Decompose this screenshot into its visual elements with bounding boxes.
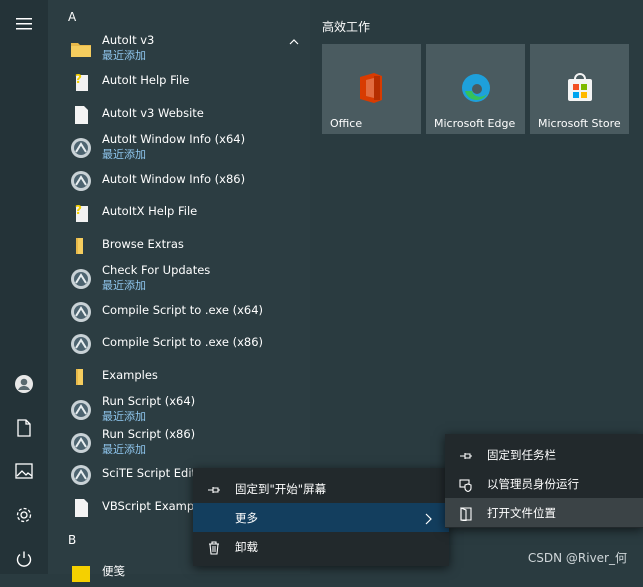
store-icon — [564, 71, 596, 105]
tile-label: Office — [330, 117, 363, 130]
app-name: Check For Updates — [102, 263, 211, 277]
user-icon[interactable] — [8, 368, 40, 400]
collapse-chevron-up-icon[interactable] — [288, 33, 300, 45]
shield-icon — [459, 477, 473, 493]
menu-item-label: 打开文件位置 — [487, 506, 556, 520]
app-run-script-x64[interactable]: Run Script (x64) 最近添加 — [68, 394, 308, 424]
recently-added-label: 最近添加 — [102, 49, 146, 62]
app-autoit-v3-website[interactable]: AutoIt v3 Website — [68, 99, 308, 129]
tile-office[interactable]: Office — [322, 44, 421, 134]
autoit-icon — [70, 432, 92, 454]
chevron-right-icon — [421, 511, 435, 525]
recently-added-label: 最近添加 — [102, 443, 146, 456]
menu-item-label: 卸载 — [235, 540, 258, 554]
autoit-icon — [70, 137, 92, 159]
svg-text:?: ? — [75, 72, 82, 86]
tile-label: Microsoft Edge — [434, 117, 516, 130]
app-compile-script-x64[interactable]: Compile Script to .exe (x64) — [68, 296, 308, 326]
app-check-for-updates[interactable]: Check For Updates 最近添加 — [68, 263, 308, 293]
autoit-icon — [70, 333, 92, 355]
tile-label: Microsoft Store — [538, 117, 621, 130]
recently-added-label: 最近添加 — [102, 410, 146, 423]
app-name: Run Script (x64) — [102, 394, 196, 408]
pin-icon — [459, 448, 473, 462]
app-name: Compile Script to .exe (x86) — [102, 335, 264, 349]
folder-icon — [70, 38, 92, 60]
app-name: AutoIt v3 — [102, 33, 155, 47]
app-compile-script-x86[interactable]: Compile Script to .exe (x86) — [68, 328, 308, 358]
app-name: SciTE Script Edit — [102, 466, 197, 480]
menu-item-label: 更多 — [235, 511, 258, 525]
more-submenu: 固定到任务栏 以管理员身份运行 打开文件位置 — [445, 434, 643, 528]
app-run-script-x86[interactable]: Run Script (x86) 最近添加 — [68, 427, 308, 457]
menu-item-uninstall[interactable]: 卸载 — [193, 532, 449, 561]
menu-item-label: 固定到任务栏 — [487, 448, 556, 462]
menu-item-run-as-admin[interactable]: 以管理员身份运行 — [445, 469, 643, 498]
app-autoit-window-info-x64[interactable]: AutoIt Window Info (x64) 最近添加 — [68, 132, 308, 162]
menu-item-label: 以管理员身份运行 — [487, 477, 579, 491]
app-autoit-help-file[interactable]: ? AutoIt Help File — [68, 66, 308, 96]
document-icon[interactable] — [8, 412, 40, 444]
pictures-icon[interactable] — [8, 455, 40, 487]
app-name: 便笺 — [102, 564, 125, 578]
app-name: Examples — [102, 368, 158, 382]
context-menu: 固定到"开始"屏幕 更多 卸载 — [193, 468, 449, 566]
autoit-icon — [70, 399, 92, 421]
app-browse-extras[interactable]: Browse Extras — [68, 230, 308, 260]
menu-item-label: 固定到"开始"屏幕 — [235, 482, 327, 496]
folder-icon — [70, 366, 92, 388]
app-name: AutoIt v3 Website — [102, 106, 204, 120]
tile-group-title[interactable]: 高效工作 — [322, 18, 370, 35]
app-examples[interactable]: Examples — [68, 361, 308, 391]
folder-icon — [70, 235, 92, 257]
tile-microsoft-edge[interactable]: Microsoft Edge — [426, 44, 525, 134]
help-file-icon: ? — [70, 202, 92, 224]
autoit-icon — [70, 268, 92, 290]
power-icon[interactable] — [8, 543, 40, 575]
open-folder-icon — [459, 506, 473, 522]
app-name: AutoIt Window Info (x86) — [102, 172, 246, 186]
help-file-icon: ? — [70, 71, 92, 93]
menu-item-more[interactable]: 更多 — [193, 503, 449, 532]
app-name: Compile Script to .exe (x64) — [102, 303, 264, 317]
document-icon — [70, 497, 92, 519]
menu-item-pin-to-taskbar[interactable]: 固定到任务栏 — [445, 440, 643, 469]
edge-icon — [460, 71, 492, 105]
autoit-icon — [70, 301, 92, 323]
menu-item-pin-to-start[interactable]: 固定到"开始"屏幕 — [193, 474, 449, 503]
watermark: CSDN @River_何 — [527, 551, 627, 565]
app-autoitx-help-file[interactable]: ? AutoItX Help File — [68, 197, 308, 227]
sticky-notes-icon — [70, 561, 92, 583]
document-icon — [70, 104, 92, 126]
app-name: AutoIt Help File — [102, 73, 190, 87]
app-name: AutoIt Window Info (x64) — [102, 132, 246, 146]
settings-gear-icon[interactable] — [8, 499, 40, 531]
app-name: Browse Extras — [102, 237, 184, 251]
svg-text:?: ? — [75, 203, 82, 217]
app-name: VBScript Examp — [102, 499, 195, 513]
trash-icon — [207, 540, 221, 555]
app-autoit-window-info-x86[interactable]: AutoIt Window Info (x86) — [68, 165, 308, 195]
office-icon — [356, 71, 388, 105]
section-letter-a[interactable]: A — [68, 10, 76, 24]
hamburger-menu-icon[interactable] — [8, 8, 40, 40]
start-rail — [0, 0, 48, 574]
pin-icon — [207, 482, 221, 496]
app-name: Run Script (x86) — [102, 427, 196, 441]
app-autoit-v3-folder[interactable]: AutoIt v3 最近添加 — [68, 33, 308, 63]
tile-microsoft-store[interactable]: Microsoft Store — [530, 44, 629, 134]
section-letter-b[interactable]: B — [68, 533, 76, 547]
autoit-icon — [70, 170, 92, 192]
recently-added-label: 最近添加 — [102, 279, 146, 292]
app-name: AutoItX Help File — [102, 204, 198, 218]
recently-added-label: 最近添加 — [102, 148, 146, 161]
menu-item-open-file-location[interactable]: 打开文件位置 — [445, 498, 643, 527]
autoit-icon — [70, 464, 92, 486]
